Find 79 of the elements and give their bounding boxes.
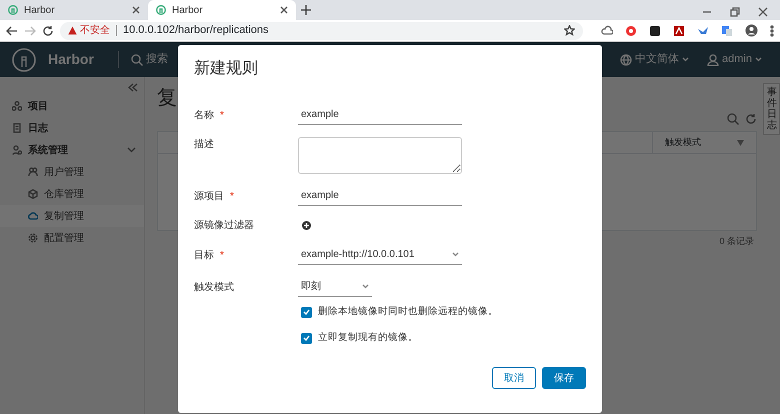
collapse-icon[interactable] [128,83,138,92]
required-mark: * [220,108,224,122]
address-bar[interactable]: 不安全 10.0.0.102/harbor/replications [60,22,583,40]
warning-icon [68,26,77,35]
required-mark: * [220,248,224,262]
pdf-icon[interactable] [673,24,685,36]
checkbox-label: 删除本地镜像时同时也删除远程的镜像。 [318,305,498,319]
chevron-icon [127,147,136,153]
browser-tab[interactable]: Harbor [0,0,148,20]
sidebar-item[interactable]: 系统管理 [0,139,144,161]
profile-icon[interactable] [745,24,758,37]
close-icon[interactable] [280,6,288,14]
field-label: 目标 [194,248,214,262]
dialog-title: 新建规则 [194,58,259,79]
save-button[interactable]: 保存 [542,367,586,389]
sidebar-item[interactable]: 日志 [0,117,144,139]
sidebar-item[interactable]: 配置管理 [0,227,144,249]
extension-icon[interactable] [649,24,661,36]
back-icon[interactable] [6,24,18,36]
sidebar-item[interactable]: 用户管理 [0,161,144,183]
user-icon[interactable] [707,54,720,66]
select-field[interactable]: example-http://10.0.0.101 [298,245,462,265]
add-icon[interactable] [302,221,311,230]
url-text: 10.0.0.102/harbor/replications [123,23,270,38]
user-menu[interactable]: admin [722,51,752,68]
search-icon[interactable] [130,54,143,66]
refresh-icon[interactable] [745,113,757,125]
text-field[interactable]: example [298,105,462,125]
security-label: 不安全 [80,24,110,38]
sidebar-item[interactable]: 项目 [0,95,144,117]
check-icon [303,309,310,316]
search-icon[interactable] [727,113,739,125]
field-label: 名称 [194,108,214,122]
close-icon[interactable] [132,6,140,14]
field-label: 触发模式 [194,280,234,294]
translate-icon[interactable] [721,24,733,36]
field-label: 描述 [194,138,214,152]
more-icon[interactable] [770,24,774,36]
brand-name: Harbor [48,50,94,69]
cloud-icon [28,211,38,221]
sidebar-item[interactable]: 仓库管理 [0,183,144,205]
caret-icon [452,252,459,257]
close-icon[interactable] [758,7,768,17]
caret-icon [682,57,690,62]
checkbox[interactable] [301,306,312,318]
field-label: 源项目 [194,190,224,204]
restore-icon[interactable] [730,7,740,17]
globe-icon[interactable] [620,54,632,66]
projects-icon [12,101,22,111]
lighthouse-icon [156,5,166,15]
record-count: 0 条记录 [719,235,755,248]
cancel-button[interactable]: 取消 [492,367,536,389]
column-header[interactable]: 触发模式 [652,132,756,153]
document-icon [12,123,22,133]
language-menu[interactable]: 中文简体 [635,51,680,68]
lighthouse-icon [8,5,18,15]
checkbox[interactable] [301,332,312,344]
field-label: 源镜像过滤器 [194,218,254,233]
page-title: 复 [157,86,177,111]
search-field[interactable]: 搜索 [146,51,168,68]
side-panel-tab[interactable]: 事件日志 [763,83,780,135]
cloud-icon[interactable] [601,24,613,36]
star-icon[interactable] [564,25,575,36]
reload-icon[interactable] [42,24,54,36]
cube-icon [28,189,38,199]
browser-tab[interactable]: Harbor [148,0,296,20]
check-icon [303,335,310,342]
checkbox-label: 立即复制现有的镜像。 [318,331,418,346]
select-field[interactable]: 即刻 [298,277,372,297]
users-icon [28,167,38,177]
lighthouse-logo-icon [12,48,36,72]
sidebar-item[interactable]: 复制管理 [0,205,144,227]
gear-icon [28,233,38,243]
description-field[interactable] [298,137,462,174]
required-mark: * [230,190,234,204]
text-field[interactable]: example [298,186,462,206]
caret-icon [362,284,369,289]
caret-icon [755,57,762,62]
admin-icon [12,145,22,155]
